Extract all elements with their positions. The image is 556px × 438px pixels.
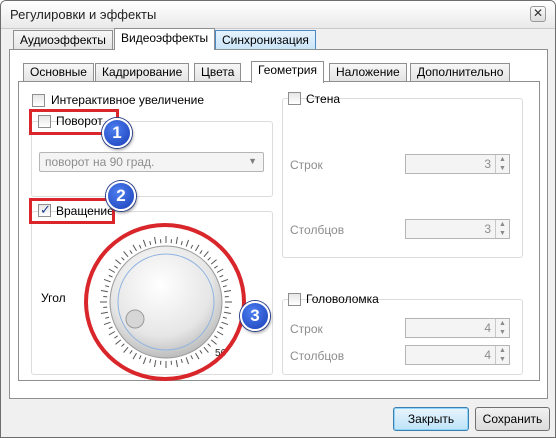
title-bar: Регулировки и эффекты ✕ <box>1 1 555 29</box>
badge-2: 2 <box>106 181 136 211</box>
wall-columns-label: Столбцов <box>290 223 345 237</box>
spin-down-icon[interactable]: ▼ <box>495 229 509 238</box>
window-title: Регулировки и эффекты <box>10 7 157 22</box>
wall-rows-value: 3 <box>484 157 491 171</box>
wall-columns-spinbox[interactable]: 3 ▲ ▼ <box>405 219 510 239</box>
wall-label: Стена <box>306 92 341 106</box>
tab-video-effects[interactable]: Видеоэффекты <box>114 28 216 50</box>
interactive-zoom-checkbox[interactable] <box>32 94 45 107</box>
highlight-dial <box>84 223 246 381</box>
tab-basic[interactable]: Основные <box>23 63 94 82</box>
spin-up-icon[interactable]: ▲ <box>495 319 509 328</box>
wall-checkbox[interactable] <box>288 92 301 105</box>
rotate-angle-select-value: поворот на 90 град. <box>45 155 155 169</box>
puzzle-rows-spinbox[interactable]: 4 ▲ ▼ <box>405 318 510 338</box>
rotate-angle-select[interactable]: поворот на 90 град. ▼ <box>39 152 264 172</box>
puzzle-checkbox[interactable] <box>288 293 301 306</box>
tab-synchronization[interactable]: Синхронизация <box>215 30 316 50</box>
spin-down-icon[interactable]: ▼ <box>495 355 509 364</box>
puzzle-rows-value: 4 <box>484 321 491 335</box>
tab-overlay[interactable]: Наложение <box>329 63 407 82</box>
tab-geometry[interactable]: Геометрия <box>251 61 324 83</box>
close-icon[interactable]: ✕ <box>530 6 546 22</box>
effects-window: Регулировки и эффекты ✕ Аудиоэффекты Вид… <box>0 0 556 438</box>
spin-down-icon[interactable]: ▼ <box>495 164 509 173</box>
close-button[interactable]: Закрыть <box>393 407 469 431</box>
wall-rows-label: Строк <box>290 158 323 172</box>
puzzle-columns-label: Столбцов <box>290 349 345 363</box>
tab-colors[interactable]: Цвета <box>194 63 242 82</box>
tab-advanced[interactable]: Дополнительно <box>410 63 511 82</box>
angle-label: Угол <box>41 291 66 305</box>
interactive-zoom-label: Интерактивное увеличение <box>51 93 205 107</box>
badge-3: 3 <box>240 301 270 331</box>
spin-up-icon[interactable]: ▲ <box>495 346 509 355</box>
tab-audio-effects[interactable]: Аудиоэффекты <box>13 30 113 50</box>
wall-rows-spinbox[interactable]: 3 ▲ ▼ <box>405 154 510 174</box>
puzzle-label: Головоломка <box>306 292 379 306</box>
puzzle-columns-value: 4 <box>484 348 491 362</box>
badge-1: 1 <box>102 118 132 148</box>
puzzle-columns-spinbox[interactable]: 4 ▲ ▼ <box>405 345 510 365</box>
highlight-rotation <box>29 198 115 224</box>
puzzle-rows-label: Строк <box>290 322 323 336</box>
tab-crop[interactable]: Кадрирование <box>95 63 190 82</box>
spin-down-icon[interactable]: ▼ <box>495 328 509 337</box>
wall-columns-value: 3 <box>484 222 491 236</box>
spin-up-icon[interactable]: ▲ <box>495 155 509 164</box>
spin-up-icon[interactable]: ▲ <box>495 220 509 229</box>
chevron-down-icon: ▼ <box>248 156 257 166</box>
save-button[interactable]: Сохранить <box>475 407 550 431</box>
